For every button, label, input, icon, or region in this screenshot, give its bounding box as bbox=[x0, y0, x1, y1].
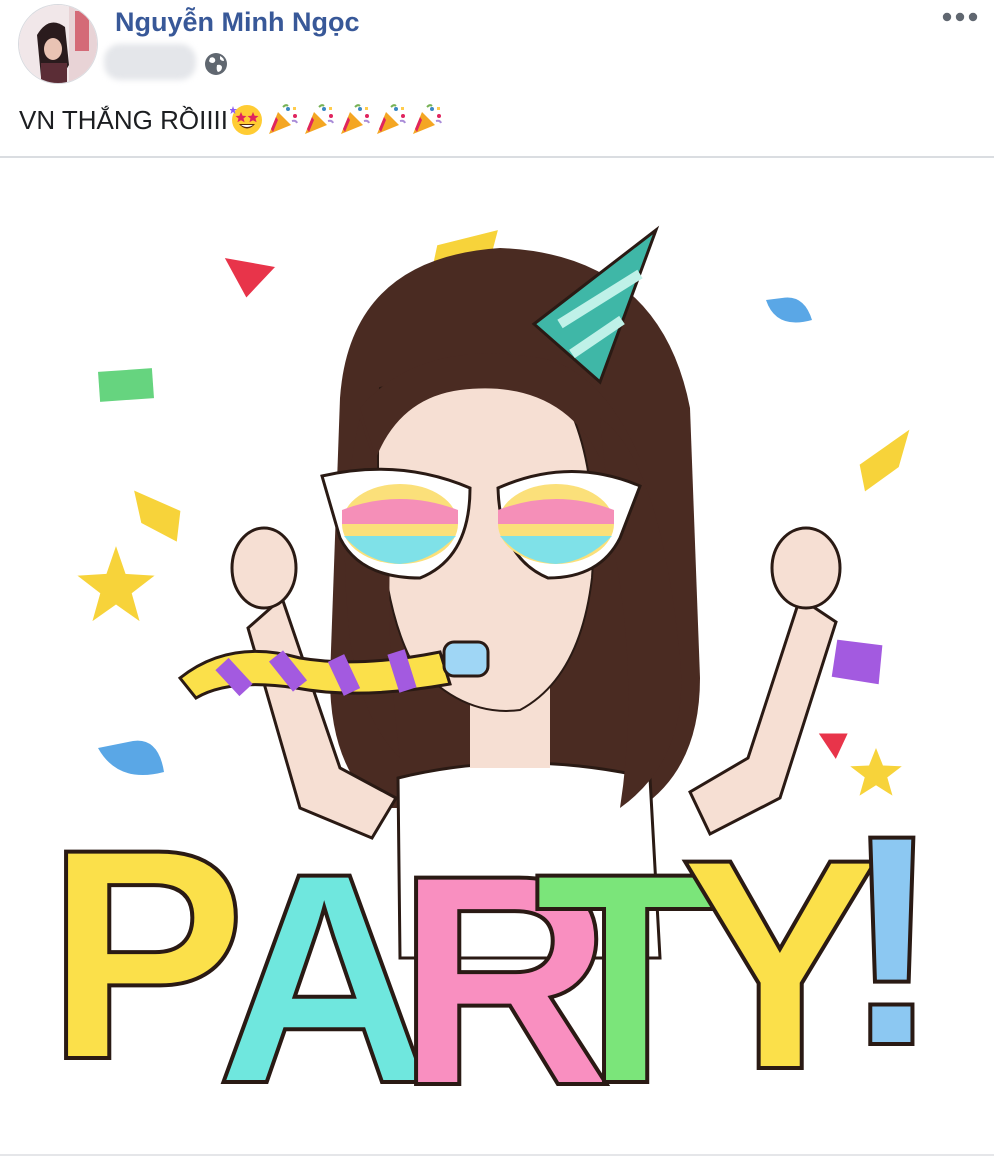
party-popper-emoji-icon bbox=[266, 103, 300, 137]
confetti-red bbox=[219, 253, 281, 303]
post-photo[interactable]: P A R T Y ! bbox=[0, 158, 994, 1154]
post-header: Nguyễn Minh Ngọc bbox=[0, 0, 994, 90]
confetti-blue bbox=[766, 297, 812, 323]
confetti-purple bbox=[828, 636, 886, 688]
party-popper-emoji-icon bbox=[302, 103, 336, 137]
post-message-text: VN THẮNG RỒIIII bbox=[19, 104, 228, 135]
more-options-button[interactable] bbox=[940, 2, 980, 32]
party-popper-emoji-icon bbox=[410, 103, 444, 137]
post-message: VN THẮNG RỒIIII bbox=[19, 100, 444, 140]
confetti-blue bbox=[98, 740, 164, 775]
confetti-yellow bbox=[856, 422, 915, 497]
letter-exclaim: ! bbox=[842, 772, 942, 1108]
party-popper-emoji-icon bbox=[374, 103, 408, 137]
star-yellow bbox=[66, 533, 166, 631]
more-dots-icon bbox=[942, 12, 978, 22]
star-struck-emoji-icon bbox=[229, 103, 264, 137]
confetti-yellow bbox=[129, 485, 184, 547]
globe-icon[interactable] bbox=[203, 51, 229, 77]
fist-left bbox=[230, 526, 298, 610]
feed-post: Nguyễn Minh Ngọc VN THẮNG RỒIIII P A R T… bbox=[0, 0, 994, 1162]
post-bottom-border bbox=[0, 1154, 994, 1156]
profile-photo-icon bbox=[19, 5, 97, 83]
author-name-link[interactable]: Nguyễn Minh Ngọc bbox=[115, 7, 360, 38]
party-bitmoji-sticker: P A R T Y ! bbox=[44, 225, 944, 1150]
post-timestamp-blurred[interactable] bbox=[104, 44, 196, 80]
confetti-green bbox=[98, 368, 154, 402]
party-popper-emoji-icon bbox=[338, 103, 372, 137]
party-letters: P A R T Y ! bbox=[44, 770, 944, 1150]
author-avatar[interactable] bbox=[18, 4, 98, 84]
confetti-red bbox=[813, 730, 853, 766]
fist-right bbox=[770, 526, 842, 610]
